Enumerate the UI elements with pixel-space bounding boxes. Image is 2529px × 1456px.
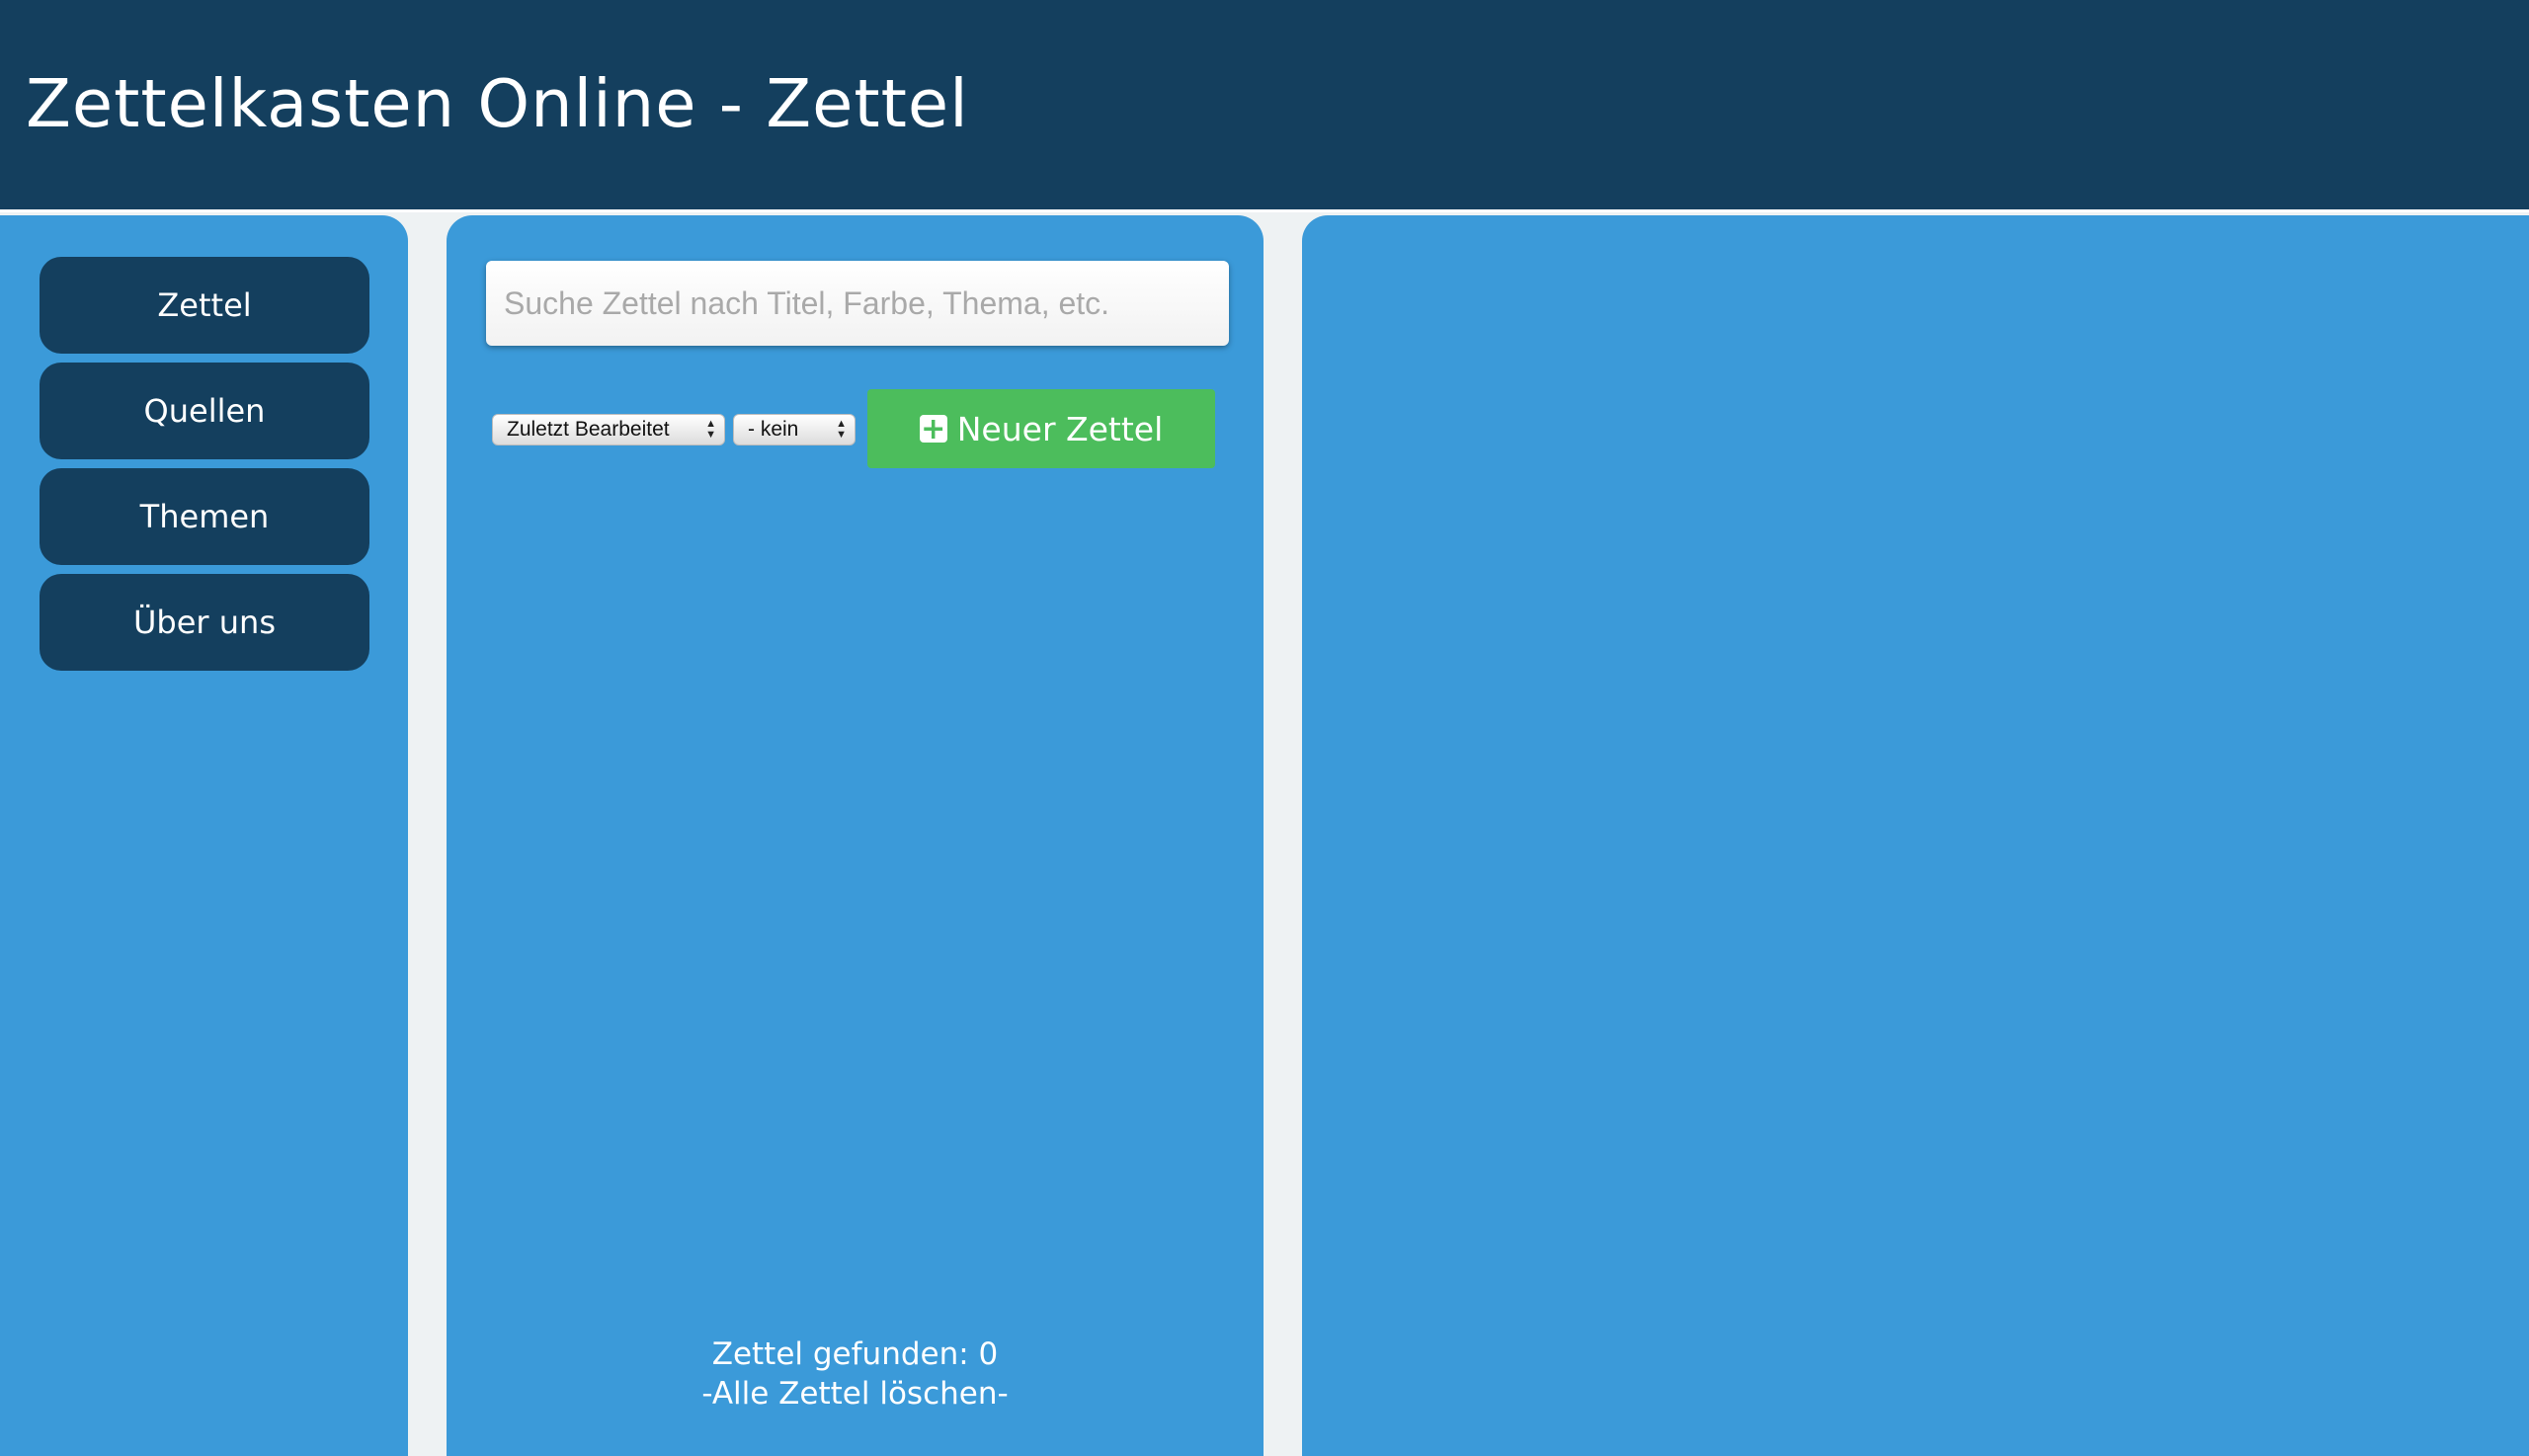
sidebar-item-ueber-uns[interactable]: Über uns xyxy=(40,574,369,671)
filter-select[interactable]: - kein ▲ ▼ xyxy=(733,414,856,445)
sidebar: Zettel Quellen Themen Über uns xyxy=(0,215,408,1456)
new-note-label: Neuer Zettel xyxy=(956,409,1164,448)
sidebar-item-quellen[interactable]: Quellen xyxy=(40,363,369,459)
plus-square-icon: + xyxy=(919,411,947,446)
note-detail-panel xyxy=(1302,215,2529,1456)
select-arrows-icon: ▲ ▼ xyxy=(836,418,847,441)
notes-found-count: Zettel gefunden: 0 xyxy=(711,1336,999,1372)
app-header: Zettelkasten Online - Zettel xyxy=(0,0,2529,212)
select-arrows-icon: ▲ ▼ xyxy=(705,418,716,441)
sort-select-value: Zuletzt Bearbeitet xyxy=(507,418,670,441)
sidebar-item-zettel[interactable]: Zettel xyxy=(40,257,369,354)
notes-list-panel: Zuletzt Bearbeitet ▲▼ - kein ▲▼ + Neuer … xyxy=(447,215,1264,1456)
search-input[interactable] xyxy=(486,261,1229,346)
sidebar-item-themen[interactable]: Themen xyxy=(40,468,369,565)
filter-select-value: - kein xyxy=(748,418,799,441)
sort-select[interactable]: Zuletzt Bearbeitet ▲ ▼ xyxy=(492,414,725,445)
page-title: Zettelkasten Online - Zettel xyxy=(26,65,969,142)
delete-all-notes-link[interactable]: -Alle Zettel löschen- xyxy=(447,1376,1264,1412)
new-note-button[interactable]: + Neuer Zettel xyxy=(867,389,1215,468)
